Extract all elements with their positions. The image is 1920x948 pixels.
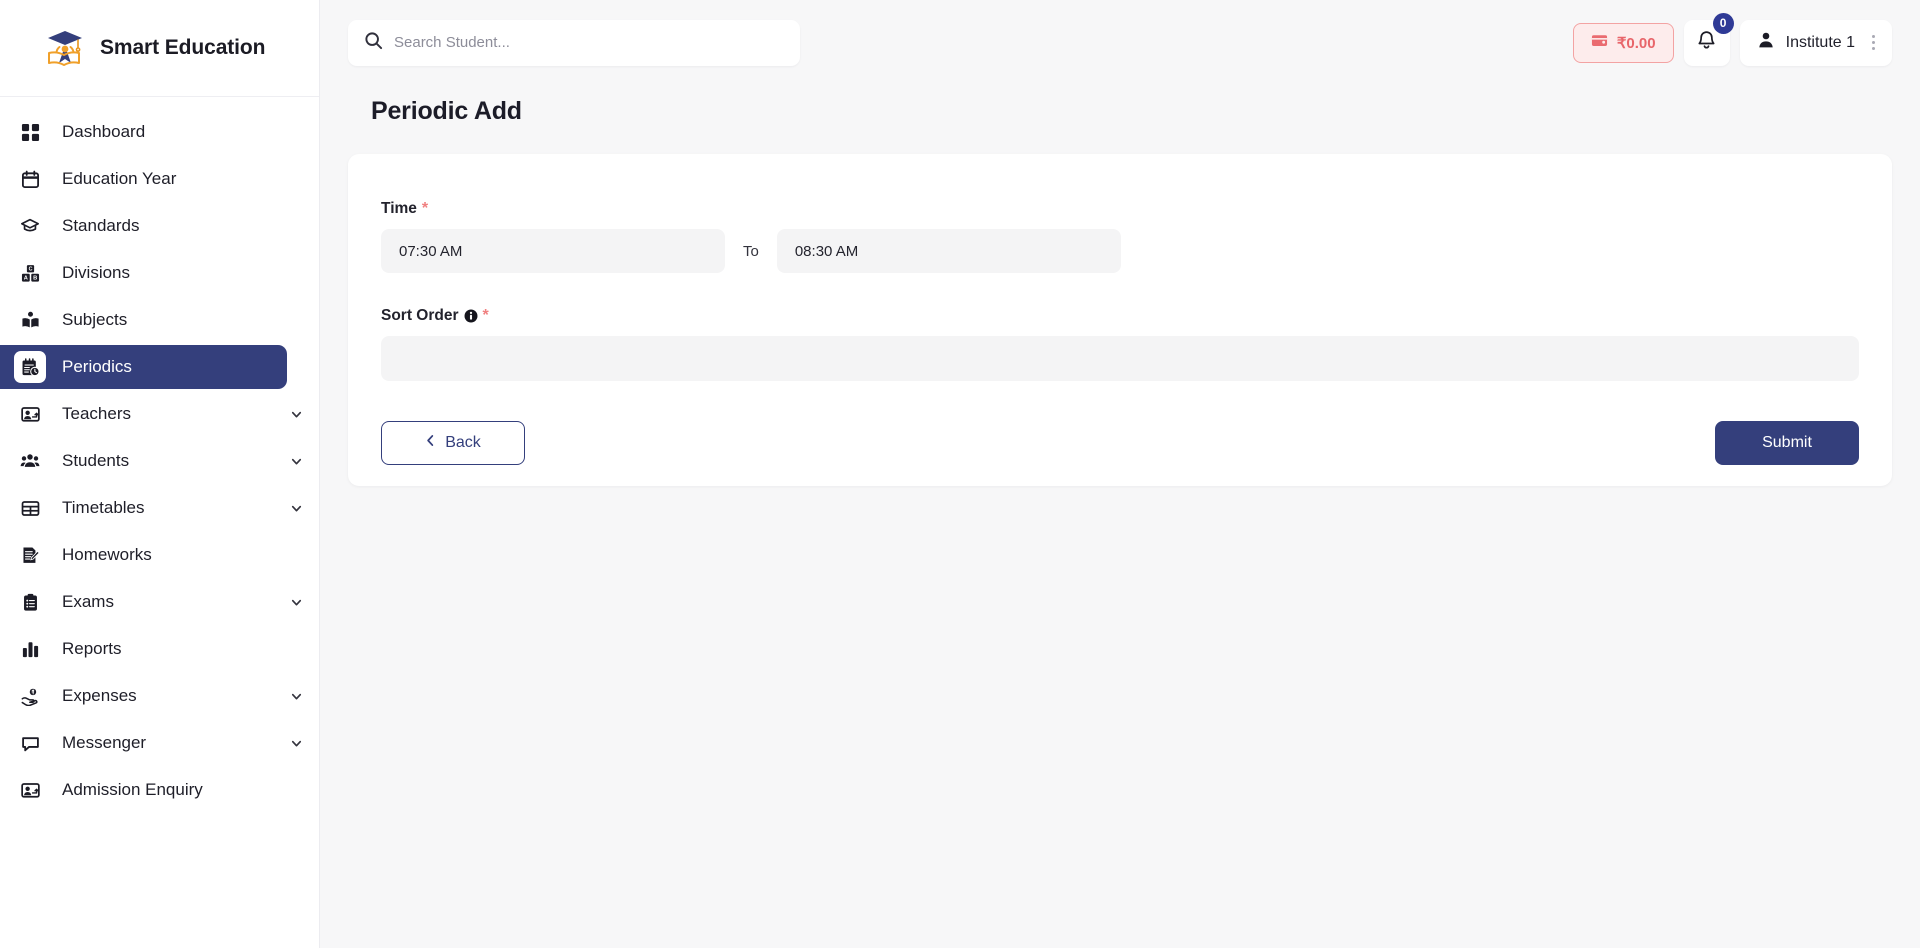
sidebar-item-exams[interactable]: Exams	[0, 580, 301, 624]
sidebar-item-subjects[interactable]: Subjects	[0, 298, 287, 342]
time-label: Time *	[381, 200, 1859, 218]
sidebar-item-dashboard[interactable]: Dashboard	[0, 110, 287, 154]
sidebar-item-reports[interactable]: Reports	[0, 627, 287, 671]
required-asterisk: *	[421, 200, 429, 217]
kebab-menu-icon[interactable]	[1866, 35, 1881, 50]
hand-coins-icon	[14, 680, 46, 712]
document-pencil-icon	[14, 539, 46, 571]
sidebar-item-label: Subjects	[62, 310, 128, 329]
sidebar-item-label: Reports	[62, 639, 122, 658]
graduation-cap-icon	[14, 210, 46, 242]
sort-order-field-group: Sort Order *	[381, 307, 1859, 381]
time-to-input[interactable]	[776, 229, 1121, 273]
sidebar-item-students[interactable]: Students	[0, 439, 301, 483]
presentation-person-icon	[14, 398, 46, 430]
search-input[interactable]	[394, 34, 784, 51]
wallet-icon	[1591, 32, 1608, 54]
chevron-down-icon[interactable]	[289, 454, 303, 468]
sidebar-item-label: Admission Enquiry	[62, 780, 203, 799]
sidebar-item-label: Students	[62, 451, 130, 470]
submit-button[interactable]: Submit	[1715, 421, 1859, 465]
chat-bubble-icon	[14, 727, 46, 759]
page-title: Periodic Add	[371, 97, 522, 125]
person-board-icon	[14, 774, 46, 806]
sidebar-item-standards[interactable]: Standards	[0, 204, 287, 248]
sidebar-item-education-year[interactable]: Education Year	[0, 157, 287, 201]
topbar-right-group: ₹0.00 0 Institute 1	[1572, 12, 1892, 66]
sidebar-item-periodics[interactable]: Periodics	[0, 345, 287, 389]
chevron-down-icon[interactable]	[289, 595, 303, 609]
sidebar-item-label: Homeworks	[62, 545, 152, 564]
sidebar-item-label: Teachers	[62, 404, 131, 423]
sidebar-item-label: Periodics	[62, 357, 132, 376]
search-box[interactable]	[348, 19, 800, 66]
sidebar-item-admission-enquiry[interactable]: Admission Enquiry	[0, 768, 287, 812]
person-icon	[1757, 31, 1775, 54]
notification-count-badge: 0	[1712, 12, 1734, 34]
chevron-down-icon[interactable]	[289, 501, 303, 515]
sidebar-item-messenger[interactable]: Messenger	[0, 721, 301, 765]
sidebar-item-homeworks[interactable]: Homeworks	[0, 533, 287, 577]
clipboard-list-icon	[14, 586, 46, 618]
time-separator-label: To	[743, 242, 759, 260]
bell-icon	[1696, 30, 1717, 56]
sidebar: Smart Education Dashboard Education Year	[0, 0, 320, 948]
brand-header[interactable]: Smart Education	[0, 0, 319, 97]
grid-squares-icon	[14, 116, 46, 148]
sort-order-label-text: Sort Order	[381, 307, 459, 324]
periodic-add-form-card: Time * To Sort Order *	[348, 154, 1892, 486]
people-group-icon	[14, 445, 46, 477]
sidebar-nav: Dashboard Education Year Standards CAB D…	[0, 97, 319, 948]
wallet-balance-button[interactable]: ₹0.00	[1572, 22, 1674, 63]
svg-text:A: A	[23, 275, 27, 281]
user-menu[interactable]: Institute 1	[1739, 19, 1892, 66]
sidebar-item-label: Education Year	[62, 169, 177, 188]
chevron-down-icon[interactable]	[289, 736, 303, 750]
sidebar-item-label: Standards	[62, 216, 140, 235]
user-name: Institute 1	[1785, 33, 1855, 51]
sidebar-item-label: Timetables	[62, 498, 145, 517]
table-grid-icon	[14, 492, 46, 524]
calendar-icon	[14, 163, 46, 195]
time-from-input[interactable]	[381, 229, 725, 273]
main-area: ₹0.00 0 Institute 1 Periodic	[320, 0, 1920, 948]
bar-chart-icon	[14, 633, 46, 665]
open-book-icon	[14, 304, 46, 336]
sort-order-input[interactable]	[381, 336, 1859, 381]
app-root: Smart Education Dashboard Education Year	[0, 0, 1920, 948]
sidebar-item-timetables[interactable]: Timetables	[0, 486, 301, 530]
topbar: ₹0.00 0 Institute 1	[320, 0, 1920, 85]
sidebar-item-divisions[interactable]: CAB Divisions	[0, 251, 287, 295]
sidebar-item-label: Messenger	[62, 733, 147, 752]
chevron-down-icon[interactable]	[289, 689, 303, 703]
sort-order-label: Sort Order *	[381, 307, 1859, 325]
time-label-text: Time	[381, 200, 417, 217]
info-circle-icon[interactable]	[464, 309, 478, 323]
sidebar-item-label: Expenses	[62, 686, 137, 705]
form-actions: Back Submit	[381, 421, 1859, 465]
svg-text:B: B	[33, 275, 37, 281]
content-area: Periodic Add Time * To Sort Order	[320, 85, 1920, 948]
alphabet-blocks-icon: CAB	[14, 257, 46, 289]
sidebar-item-expenses[interactable]: Expenses	[0, 674, 301, 718]
time-field-group: Time * To	[381, 200, 1859, 273]
back-button[interactable]: Back	[381, 421, 525, 465]
chevron-left-icon	[425, 434, 436, 452]
sidebar-item-label: Divisions	[62, 263, 131, 282]
back-button-label: Back	[445, 434, 481, 451]
search-icon	[364, 31, 383, 55]
sidebar-item-label: Dashboard	[62, 122, 146, 141]
time-inputs-row: To	[381, 229, 1859, 273]
brand-name: Smart Education	[100, 36, 266, 59]
sidebar-item-teachers[interactable]: Teachers	[0, 392, 301, 436]
notifications-button[interactable]: 0	[1683, 12, 1734, 66]
svg-text:C: C	[28, 266, 32, 272]
graduation-cap-book-logo	[42, 25, 88, 71]
sidebar-item-label: Exams	[62, 592, 114, 611]
required-asterisk: *	[482, 307, 489, 324]
wallet-amount: ₹0.00	[1616, 34, 1656, 52]
calendar-clock-icon	[14, 351, 46, 383]
chevron-down-icon[interactable]	[289, 407, 303, 421]
